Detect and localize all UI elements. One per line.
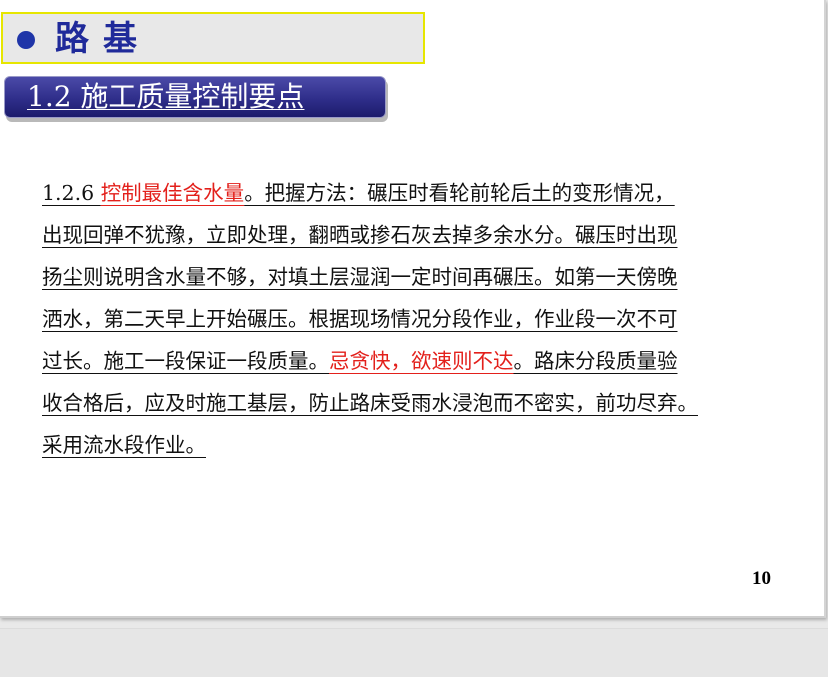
body-text: 采用流水段作业。 bbox=[42, 433, 206, 457]
body-text: 。路床分段质量验 bbox=[513, 349, 678, 373]
body-line: 过长。施工一段保证一段质量。忌贪快，欲速则不达。路床分段质量验 bbox=[42, 340, 782, 382]
body-text: 1.2.6 bbox=[42, 181, 101, 205]
emphasis-text: 忌贪快，欲速则不达 bbox=[329, 349, 514, 373]
body-line: 洒水，第二天早上开始碾压。根据现场情况分段作业，作业段一次不可 bbox=[42, 298, 782, 340]
body-text: 收合格后，应及时施工基层，防止路床受雨水浸泡而不密实，前功尽弃。 bbox=[42, 391, 698, 415]
body-line: 采用流水段作业。 bbox=[42, 424, 782, 466]
subtitle-text: 1.2 施工质量控制要点 bbox=[27, 80, 305, 113]
body-line: 收合格后，应及时施工基层，防止路床受雨水浸泡而不密实，前功尽弃。 bbox=[42, 382, 782, 424]
bullet-icon bbox=[17, 31, 35, 49]
bottom-strip bbox=[0, 628, 828, 677]
body-text: 出现回弹不犹豫，立即处理，翻晒或掺石灰去掉多余水分。碾压时出现 bbox=[42, 223, 678, 247]
slide-title: 路基 bbox=[55, 19, 151, 59]
page-number: 10 bbox=[752, 568, 771, 589]
emphasis-text: 控制最佳含水量 bbox=[100, 181, 245, 205]
body-line: 1.2.6 控制最佳含水量。把握方法：碾压时看轮前轮后土的变形情况， bbox=[42, 172, 782, 214]
body-paragraph: 1.2.6 控制最佳含水量。把握方法：碾压时看轮前轮后土的变形情况， 出现回弹不犹… bbox=[42, 172, 782, 466]
body-text: 过长。施工一段保证一段质量。 bbox=[42, 349, 329, 373]
subtitle-bar: 1.2 施工质量控制要点 bbox=[4, 76, 386, 118]
body-text: 扬尘则说明含水量不够，对填土层湿润一定时间再碾压。如第一天傍晚 bbox=[42, 265, 678, 289]
slide: 路基 1.2 施工质量控制要点 1.2.6 控制最佳含水量。把握方法：碾压时看轮… bbox=[0, 0, 826, 618]
body-text: 。把握方法：碾压时看轮前轮后土的变形情况， bbox=[244, 181, 675, 205]
body-line: 扬尘则说明含水量不够，对填土层湿润一定时间再碾压。如第一天傍晚 bbox=[42, 256, 782, 298]
body-line: 出现回弹不犹豫，立即处理，翻晒或掺石灰去掉多余水分。碾压时出现 bbox=[42, 214, 782, 256]
body-text: 洒水，第二天早上开始碾压。根据现场情况分段作业，作业段一次不可 bbox=[42, 307, 678, 331]
title-bar: 路基 bbox=[1, 12, 425, 64]
